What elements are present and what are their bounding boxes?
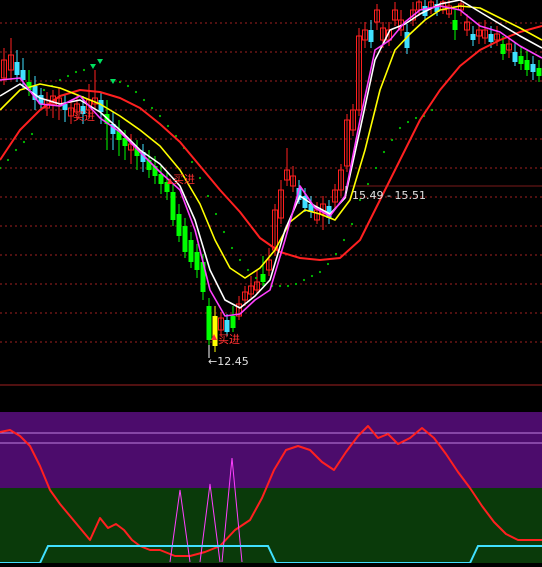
parabolic-dot bbox=[42, 88, 46, 92]
parabolic-dot bbox=[82, 68, 86, 72]
parabolic-dot bbox=[166, 124, 170, 128]
parabolic-dot bbox=[158, 114, 162, 118]
parabolic-dot bbox=[14, 148, 18, 152]
parabolic-dot bbox=[246, 268, 250, 272]
buy-signal-label-2: 买进 bbox=[173, 173, 195, 186]
parabolic-dot bbox=[310, 274, 314, 278]
candle-body-down bbox=[170, 192, 176, 220]
candle-body-down bbox=[212, 316, 218, 346]
parabolic-dot bbox=[294, 282, 298, 286]
parabolic-dot bbox=[414, 116, 418, 120]
parabolic-dot bbox=[342, 238, 346, 242]
parabolic-dot bbox=[30, 132, 34, 136]
parabolic-dot bbox=[366, 182, 370, 186]
parabolic-dot bbox=[238, 258, 242, 262]
parabolic-dot bbox=[58, 78, 62, 82]
parabolic-dot bbox=[406, 120, 410, 124]
parabolic-dot bbox=[230, 246, 234, 250]
low-price-annotation: ←12.45 bbox=[208, 356, 249, 368]
parabolic-dot bbox=[150, 106, 154, 110]
parabolic-dot bbox=[206, 194, 210, 198]
parabolic-dot bbox=[214, 212, 218, 216]
candle-body-down bbox=[182, 226, 188, 252]
candlestick-series bbox=[1, 0, 542, 352]
parabolic-dot bbox=[118, 80, 122, 84]
moving-average-yellow bbox=[0, 5, 542, 279]
candle-body-down bbox=[452, 20, 458, 30]
candle-body-down bbox=[530, 64, 536, 72]
signal-triangle bbox=[97, 59, 103, 64]
parabolic-dot bbox=[254, 276, 258, 280]
parabolic-dot bbox=[190, 160, 194, 164]
moving-average-red bbox=[0, 25, 542, 261]
parabolic-dot bbox=[74, 70, 78, 74]
parabolic-dot bbox=[390, 138, 394, 142]
parabolic-dot bbox=[334, 252, 338, 256]
parabolic-dot bbox=[302, 278, 306, 282]
candle-body-down bbox=[488, 34, 494, 42]
candle-body-down bbox=[194, 252, 200, 270]
stock-chart-window[interactable]: 买进 买进 买进 ←12.45 15.49 - 15.51 bbox=[0, 0, 542, 564]
candle-body-down bbox=[206, 306, 212, 340]
candle-body-down bbox=[470, 34, 476, 40]
low-price-value: 12.45 bbox=[217, 355, 249, 368]
signal-markers bbox=[90, 59, 347, 358]
parabolic-dot bbox=[198, 176, 202, 180]
parabolic-dot bbox=[430, 108, 434, 112]
parabolic-dot bbox=[318, 270, 322, 274]
candle-body-down bbox=[260, 274, 266, 282]
parabolic-dot bbox=[398, 126, 402, 130]
buy-signal-label-1: 买进 bbox=[73, 110, 95, 123]
candle-body-down bbox=[500, 44, 506, 54]
parabolic-dot bbox=[126, 84, 130, 88]
parabolic-dot bbox=[286, 284, 290, 288]
parabolic-dot bbox=[142, 98, 146, 102]
range-price-label: 15.49 - 15.51 bbox=[352, 189, 426, 202]
candle-body-down bbox=[512, 52, 518, 62]
buy-signal-label-3: 买进 bbox=[218, 333, 240, 346]
candle-body-down bbox=[188, 240, 194, 262]
parabolic-dot bbox=[382, 150, 386, 154]
price-chart[interactable] bbox=[0, 0, 542, 564]
parabolic-dot bbox=[134, 90, 138, 94]
candle-body-down bbox=[14, 62, 20, 75]
candle-body-down bbox=[536, 68, 542, 76]
candle-body-down bbox=[524, 60, 530, 70]
low-price-arrow: ← bbox=[208, 355, 218, 368]
parabolic-dot bbox=[222, 230, 226, 234]
parabolic-dot bbox=[326, 262, 330, 266]
parabolic-dot bbox=[350, 222, 354, 226]
oscillator-bands bbox=[0, 412, 542, 563]
candle-body-down bbox=[224, 320, 230, 332]
parabolic-dot bbox=[278, 284, 282, 288]
price-grid bbox=[0, 22, 542, 386]
candle-body-down bbox=[368, 30, 374, 42]
candle-body-down bbox=[230, 316, 236, 328]
candle-body-down bbox=[176, 214, 182, 236]
parabolic-dot bbox=[374, 166, 378, 170]
parabolic-dot bbox=[6, 158, 10, 162]
parabolic-dot bbox=[22, 140, 26, 144]
candle-body-down bbox=[518, 56, 524, 64]
parabolic-dot bbox=[0, 166, 2, 170]
signal-triangle bbox=[90, 64, 96, 69]
parabolic-dot bbox=[66, 74, 70, 78]
